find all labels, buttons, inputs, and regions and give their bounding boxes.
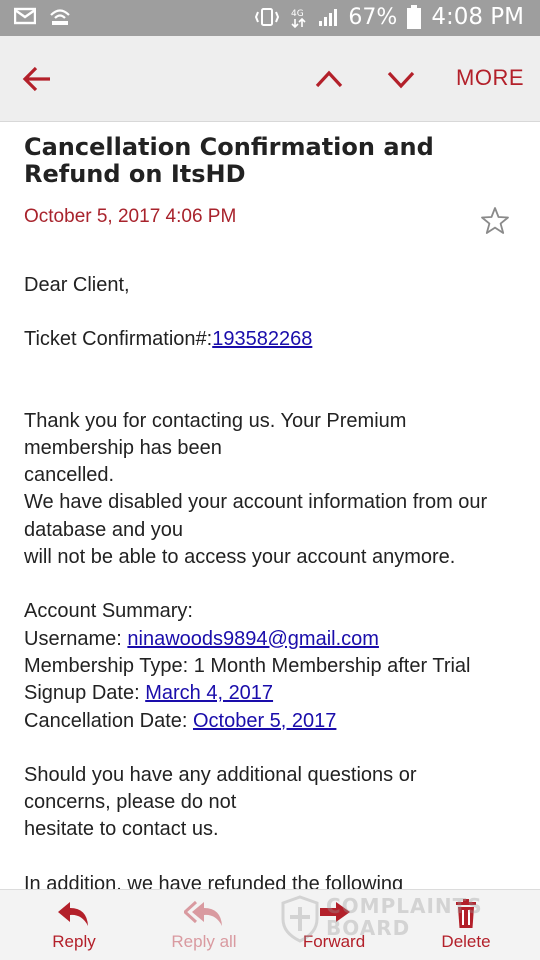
- vibrate-icon: [255, 8, 280, 26]
- paragraph-3b: hesitate to contact us.: [24, 818, 219, 841]
- ticket-number-link[interactable]: 193582268: [212, 328, 312, 350]
- forward-icon: [320, 902, 350, 922]
- ticket-line: Ticket Confirmation#:193582268: [24, 326, 524, 353]
- status-right-icons: 4G 67% 4:08 PM: [254, 4, 524, 30]
- cancel-label: Cancellation Date:: [24, 709, 193, 732]
- signup-label: Signup Date:: [24, 682, 146, 705]
- svg-text:4G: 4G: [291, 9, 304, 19]
- cancel-line: Cancellation Date: October 5, 2017: [24, 708, 524, 735]
- data-4g-icon: 4G: [291, 9, 306, 28]
- bottom-toolbar: Reply Reply all Forward Delete: [0, 889, 540, 960]
- paragraph-3: Should you have any additional questions…: [24, 763, 417, 814]
- trash-icon: [456, 899, 476, 928]
- forward-button[interactable]: Forward: [274, 898, 394, 952]
- paragraph-1b: cancelled.: [24, 464, 115, 487]
- summary-heading: Account Summary:: [24, 600, 193, 623]
- reply-label: Reply: [52, 932, 96, 951]
- hotspot-icon: [50, 9, 70, 25]
- reply-icon: [58, 902, 88, 926]
- signup-date-link[interactable]: March 4, 2017: [145, 682, 273, 704]
- battery-icon: [407, 5, 422, 29]
- mail-icon: [14, 7, 36, 25]
- reply-button[interactable]: Reply: [14, 898, 134, 952]
- star-icon[interactable]: [480, 206, 510, 236]
- clock: 4:08 PM: [431, 4, 524, 30]
- action-bar: MORE: [0, 36, 540, 122]
- battery-percent: 67%: [348, 4, 398, 30]
- email-body: Dear Client, Ticket Confirmation#:193582…: [24, 272, 524, 898]
- username-label: Username:: [24, 627, 128, 650]
- back-arrow-icon[interactable]: [22, 64, 52, 94]
- reply-all-icon: [184, 900, 222, 926]
- username-line: Username: ninawoods9894@gmail.com: [24, 626, 524, 653]
- email-date: October 5, 2017 4:06 PM: [24, 206, 237, 227]
- membership-type: Membership Type: 1 Month Membership afte…: [24, 654, 471, 677]
- paragraph-2b: will not be able to access your account …: [24, 546, 456, 569]
- previous-message-icon[interactable]: [314, 66, 344, 92]
- reply-all-button[interactable]: Reply all: [144, 898, 264, 952]
- delete-button[interactable]: Delete: [406, 898, 526, 952]
- signup-line: Signup Date: March 4, 2017: [24, 680, 524, 707]
- paragraph-1: Thank you for contacting us. Your Premiu…: [24, 409, 407, 459]
- reply-all-label: Reply all: [171, 932, 237, 951]
- cancel-date-link[interactable]: October 5, 2017: [193, 710, 336, 732]
- status-bar: 4G 67% 4:08 PM: [0, 0, 540, 36]
- signal-icon: [319, 9, 338, 26]
- paragraph-2: We have disabled your account informatio…: [24, 491, 488, 541]
- username-email-link[interactable]: ninawoods9894@gmail.com: [127, 628, 379, 650]
- next-message-icon[interactable]: [386, 66, 416, 92]
- forward-label: Forward: [302, 932, 366, 951]
- delete-label: Delete: [441, 932, 491, 951]
- greeting: Dear Client,: [24, 274, 130, 296]
- more-menu-button[interactable]: MORE: [456, 65, 524, 91]
- ticket-label: Ticket Confirmation#:: [24, 328, 213, 351]
- email-subject: Cancellation Confirmation and Refund on …: [24, 133, 434, 188]
- status-left-icons: [14, 6, 72, 26]
